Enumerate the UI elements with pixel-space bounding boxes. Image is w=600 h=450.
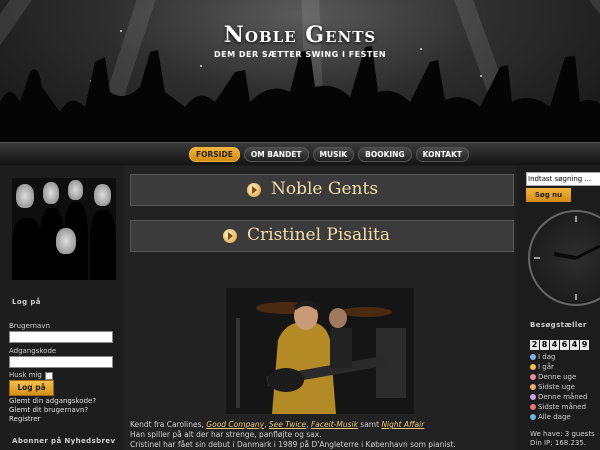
counter-digit: 6 (560, 340, 569, 350)
left-sidebar: Log på Brugernavn Adgangskode Husk mig L… (0, 166, 124, 450)
member-silhouette (90, 210, 116, 280)
member-silhouette (48, 256, 84, 280)
forgot-password-link[interactable]: Glemt din adgangskode? (9, 397, 96, 405)
person-icon (530, 384, 536, 390)
counter-row-yesterday: I går (530, 363, 554, 371)
link-see-twice[interactable]: See Twice (269, 420, 306, 429)
counter-row-today: I dag (530, 353, 555, 361)
register-link[interactable]: Registrer (9, 415, 41, 423)
forgot-username-link[interactable]: Glemt dit brugernavn? (9, 406, 88, 414)
member-face (94, 184, 111, 206)
site-tagline: DEM DER SÆTTER SWING I FESTEN (213, 50, 387, 59)
heading-cristinel: Cristinel Pisalita (247, 225, 390, 245)
nav-forside[interactable]: FORSIDE (189, 147, 240, 162)
bullet-arrow-icon (247, 183, 261, 197)
search-button[interactable]: Søg nu (526, 188, 571, 202)
stage-photo (226, 288, 414, 414)
nav-musik[interactable]: MUSIK (312, 147, 355, 162)
band-photo (12, 178, 116, 280)
intro-line-3: Cristinel har fået sin debut i Danmark i… (130, 440, 456, 449)
counter-digit: 9 (580, 340, 589, 350)
main-content: Noble Gents Cristinel Pisalita Kendt fra… (124, 166, 516, 450)
visitor-ip: Din IP: 168.235. (530, 439, 587, 447)
nav-om-bandet[interactable]: OM BANDET (243, 147, 309, 162)
counter-row-all-days: Alle dage (530, 413, 571, 421)
counter-row-this-month: Denne måned (530, 393, 587, 401)
crowd-silhouette (0, 46, 600, 142)
username-label: Brugernavn (9, 322, 50, 330)
counter-row-label: Denne måned (538, 393, 588, 401)
visitor-counter-title: Besøgstæller (530, 321, 587, 329)
main-navigation: FORSIDE OM BANDET MUSIK BOOKING KONTAKT (0, 142, 600, 165)
counter-row-last-week: Sidste uge (530, 383, 575, 391)
counter-row-last-month: Sidste måned (530, 403, 586, 411)
heading-box: Noble Gents (130, 174, 514, 206)
person-icon (530, 374, 536, 380)
intro-line-1: Kendt fra Carolines, Good Company, See T… (130, 420, 425, 429)
link-faceit-musik[interactable]: Faceit-Musik (311, 420, 358, 429)
link-good-company[interactable]: Good Company (206, 420, 264, 429)
link-night-affair[interactable]: Night Affair (381, 420, 424, 429)
guests-online: We have: 3 guests (530, 430, 595, 438)
person-icon (530, 354, 536, 360)
counter-row-label: I dag (538, 353, 556, 361)
newsletter-title: Abonner på Nyhedsbrev (12, 437, 116, 445)
person-icon (530, 404, 536, 410)
counter-row-this-week: Denne uge (530, 373, 576, 381)
member-face (68, 180, 83, 200)
person-icon (530, 414, 536, 420)
counter-row-label: I går (538, 363, 554, 371)
heading-box: Cristinel Pisalita (130, 220, 514, 252)
intro-line-2: Han spiller på alt der har strenge, panf… (130, 430, 322, 439)
clock-face-icon (534, 216, 600, 300)
site-title: Noble Gents (223, 22, 377, 48)
counter-row-label: Sidste uge (538, 383, 575, 391)
counter-row-label: Alle dage (538, 413, 571, 421)
member-face (56, 228, 76, 254)
remember-checkbox[interactable] (45, 372, 53, 380)
member-face (16, 184, 34, 208)
header-banner: Noble Gents DEM DER SÆTTER SWING I FESTE… (0, 0, 600, 142)
counter-digit: 4 (550, 340, 559, 350)
login-button[interactable]: Log på (9, 380, 54, 396)
intro-text: Kendt fra Carolines, Good Company, See T… (130, 420, 510, 450)
visitor-stats: We have: 3 guests Din IP: 168.235. (530, 430, 595, 448)
intro-prefix: Kendt fra Carolines, (130, 420, 204, 429)
counter-digit: 8 (540, 340, 549, 350)
counter-digit: 4 (570, 340, 579, 350)
person-icon (530, 364, 536, 370)
intro-samt: samt (360, 420, 380, 429)
visitor-counter-digits: 2 8 4 6 4 9 (530, 340, 589, 350)
counter-row-label: Denne uge (538, 373, 577, 381)
member-silhouette (12, 218, 42, 280)
password-label: Adgangskode (9, 347, 57, 355)
username-input[interactable] (9, 331, 113, 343)
nav-booking[interactable]: BOOKING (358, 147, 412, 162)
counter-digit: 2 (530, 340, 539, 350)
person-icon (530, 394, 536, 400)
login-title: Log på (12, 298, 41, 306)
counter-row-label: Sidste måned (538, 403, 587, 411)
nav-kontakt[interactable]: KONTAKT (415, 147, 470, 162)
remember-label: Husk mig (9, 371, 42, 379)
search-input[interactable]: Indtast søgning ... (526, 172, 600, 186)
stage-photo-drawing (226, 288, 414, 414)
heading-noble-gents: Noble Gents (271, 179, 379, 199)
bullet-arrow-icon (223, 229, 237, 243)
password-input[interactable] (9, 356, 113, 368)
right-sidebar: Indtast søgning ... Søg nu Besøgstæller … (516, 166, 600, 450)
member-face (43, 182, 59, 204)
analog-clock (528, 210, 600, 306)
